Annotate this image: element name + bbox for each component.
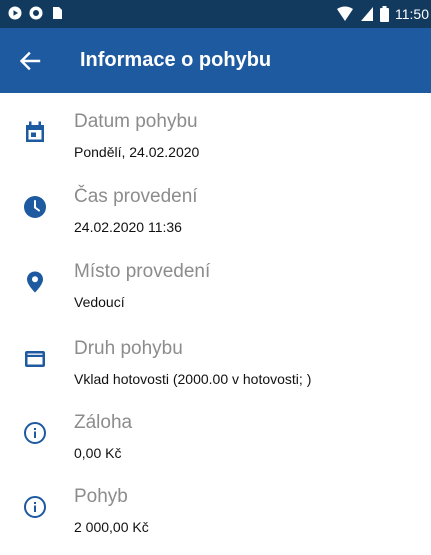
detail-value: Pondělí, 24.02.2020 <box>74 144 200 160</box>
app-bar: Informace o pohybu <box>0 28 431 93</box>
wifi-icon <box>337 6 353 21</box>
detail-value: 2 000,00 Kč <box>74 519 149 535</box>
detail-row-zaloha: Záloha 0,00 Kč <box>0 411 431 481</box>
circle-icon <box>29 6 43 20</box>
sim-icon <box>53 7 62 19</box>
status-left-icons <box>8 6 64 20</box>
calendar-icon <box>22 119 48 145</box>
detail-label: Druh pohybu <box>74 338 183 359</box>
detail-row-datum: Datum pohybu Pondělí, 24.02.2020 <box>0 110 431 180</box>
detail-row-druh: Druh pohybu Vklad hotovosti (2000.00 v h… <box>0 337 431 407</box>
back-button[interactable] <box>14 46 46 76</box>
status-right: 11:50 <box>336 5 431 23</box>
info-icon <box>22 494 48 520</box>
detail-label: Čas provedení <box>74 186 198 207</box>
battery-icon <box>380 6 389 22</box>
info-icon <box>22 420 48 446</box>
detail-value: Vklad hotovosti (2000.00 v hotovosti; ) <box>74 371 312 387</box>
arrow-back-icon <box>19 51 41 71</box>
signal-icon <box>361 7 373 21</box>
detail-label: Záloha <box>74 412 133 433</box>
clock-icon <box>22 194 48 220</box>
detail-value: 24.02.2020 11:36 <box>74 219 182 235</box>
detail-label: Pohyb <box>74 486 128 507</box>
detail-row-misto: Místo provedení Vedoucí <box>0 260 431 330</box>
status-time: 11:50 <box>395 6 429 22</box>
play-protect-icon <box>8 6 22 20</box>
detail-label: Místo provedení <box>74 261 211 282</box>
detail-value: Vedoucí <box>74 294 125 310</box>
detail-label: Datum pohybu <box>74 111 198 132</box>
detail-row-pohyb: Pohyb 2 000,00 Kč <box>0 485 431 555</box>
location-pin-icon <box>22 269 48 295</box>
detail-value: 0,00 Kč <box>74 445 122 461</box>
page-title: Informace o pohybu <box>80 49 272 71</box>
status-bar: 11:50 <box>0 0 431 28</box>
detail-row-cas: Čas provedení 24.02.2020 11:36 <box>0 185 431 255</box>
credit-card-icon <box>22 346 48 372</box>
